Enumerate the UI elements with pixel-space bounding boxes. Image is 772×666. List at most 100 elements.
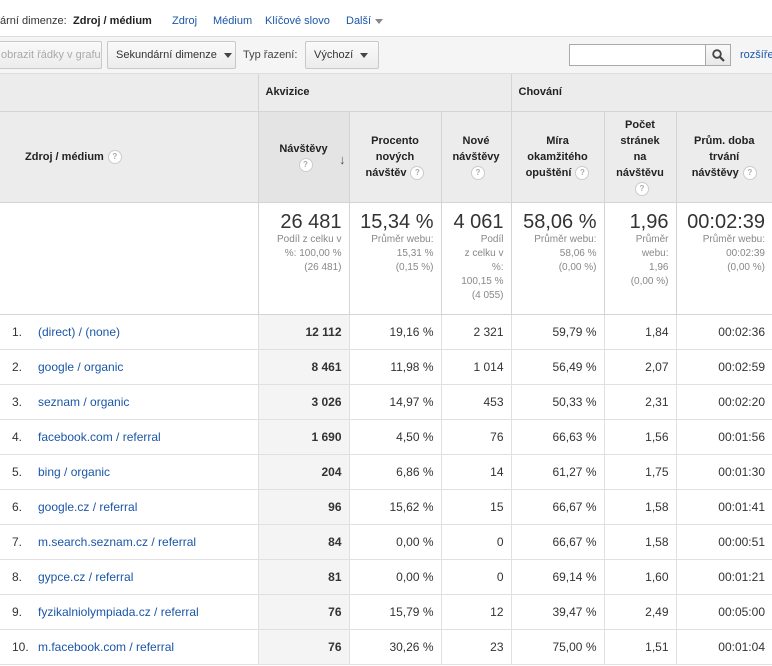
total-note: Průměr webu: xyxy=(371,233,434,245)
column-header-pages-line1: Počet xyxy=(625,118,655,131)
dimension-option-source[interactable]: Zdroj xyxy=(172,15,197,27)
cell-new-pct: 15,62 % xyxy=(348,489,441,525)
column-group-header-row: Akvizice Chování xyxy=(0,74,772,112)
plot-rows-button[interactable]: obrazit řádky v grafu xyxy=(0,41,102,69)
chevron-down-icon xyxy=(360,52,369,58)
cell-duration: 00:02:20 xyxy=(675,384,772,420)
source-medium-link[interactable]: google / organic xyxy=(38,360,123,374)
column-header-bounce-line2: okamžitého xyxy=(527,150,588,163)
column-header-pages-per-visit[interactable]: Počet stránek na návštěvu ? xyxy=(603,111,676,202)
dimension-current: Zdroj / médium xyxy=(73,15,152,27)
secondary-dimension-dropdown[interactable]: Sekundární dimenze xyxy=(107,41,236,69)
column-header-new-pct-line2: nových xyxy=(375,150,415,163)
source-medium-link[interactable]: fyzikalniolympiada.cz / referral xyxy=(38,605,199,619)
column-header-pages-line2: stránek xyxy=(620,134,660,147)
total-note: 15,31 % xyxy=(396,247,434,259)
cell-pages: 1,58 xyxy=(603,524,676,560)
help-icon[interactable]: ? xyxy=(298,157,313,172)
cell-new-visits: 2 321 xyxy=(440,314,511,350)
cell-new-visits: 12 xyxy=(440,594,511,630)
cell-source: 1. (direct) / (none) xyxy=(0,314,258,350)
cell-visits: 81 xyxy=(257,559,349,595)
cell-source: 8. gypce.cz / referral xyxy=(0,559,258,595)
row-number: 7. xyxy=(12,534,23,549)
sort-type-dropdown[interactable]: Výchozí xyxy=(305,41,379,69)
cell-source: 10. m.facebook.com / referral xyxy=(0,629,258,665)
search-button[interactable] xyxy=(705,44,731,66)
cell-source: 6. google.cz / referral xyxy=(0,489,258,525)
column-header-new-pct-line3: návštěv xyxy=(365,166,407,179)
source-medium-link[interactable]: bing / organic xyxy=(38,465,110,479)
table-search-input[interactable] xyxy=(569,44,706,66)
cell-visits: 1 690 xyxy=(257,419,349,455)
cell-source: 4. facebook.com / referral xyxy=(0,419,258,455)
total-value: 1,96 xyxy=(629,210,669,233)
source-medium-link[interactable]: m.search.seznam.cz / referral xyxy=(38,535,196,549)
cell-pages: 2,49 xyxy=(603,594,676,630)
table-row: 6. google.cz / referral 96 15,62 % 15 66,67 %… xyxy=(0,489,772,525)
cell-pages: 1,60 xyxy=(603,559,676,595)
source-medium-link[interactable]: google.cz / referral xyxy=(38,500,137,514)
help-icon[interactable]: ? xyxy=(575,165,590,180)
help-icon[interactable]: ? xyxy=(635,181,649,196)
totals-pages: 1,96 Průměr webu: 1,96 (0,00 %) xyxy=(603,201,676,315)
secondary-dimension-label: Sekundární dimenze xyxy=(116,49,217,61)
cell-source: 3. seznam / organic xyxy=(0,384,258,420)
cell-pages: 1,51 xyxy=(603,629,676,665)
sort-descending-icon: ↓ xyxy=(339,151,346,167)
total-note: Průměr xyxy=(635,233,669,245)
group-header-behavior: Chování xyxy=(510,74,772,112)
dimension-option-keyword[interactable]: Klíčové slovo xyxy=(265,15,330,27)
totals-row: 26 481 Podíl z celku v %: 100,00 % (26 4… xyxy=(0,201,772,315)
cell-new-pct: 19,16 % xyxy=(348,314,441,350)
source-medium-link[interactable]: seznam / organic xyxy=(38,395,129,409)
cell-source: 7. m.search.seznam.cz / referral xyxy=(0,524,258,560)
dimension-option-medium[interactable]: Médium xyxy=(213,15,252,27)
column-header-pages-line3: na xyxy=(633,150,647,163)
table-row: 4. facebook.com / referral 1 690 4,50 % 76 66… xyxy=(0,419,772,455)
totals-visits: 26 481 Podíl z celku v %: 100,00 % (26 4… xyxy=(257,201,349,315)
source-medium-link[interactable]: gypce.cz / referral xyxy=(38,570,133,584)
cell-pages: 1,56 xyxy=(603,419,676,455)
column-header-new-visits-percent[interactable]: Procento nových návštěv? xyxy=(348,111,441,202)
cell-new-pct: 30,26 % xyxy=(348,629,441,665)
column-header-visits[interactable]: Návštěvy ? ↓ xyxy=(257,111,349,202)
cell-visits: 96 xyxy=(257,489,349,525)
column-header-avg-duration[interactable]: Prům. doba trvání návštěvy? xyxy=(675,111,772,202)
cell-bounce: 61,27 % xyxy=(510,454,604,490)
cell-new-pct: 11,98 % xyxy=(348,349,441,385)
help-icon[interactable]: ? xyxy=(742,165,757,180)
cell-duration: 00:01:41 xyxy=(675,489,772,525)
row-number: 3. xyxy=(12,394,23,409)
help-icon[interactable]: ? xyxy=(107,149,122,164)
chevron-down-icon xyxy=(375,18,384,24)
column-header-bounce-rate[interactable]: Míra okamžitého opuštění? xyxy=(510,111,604,202)
source-medium-link[interactable]: (direct) / (none) xyxy=(38,325,120,339)
cell-bounce: 59,79 % xyxy=(510,314,604,350)
cell-new-visits: 0 xyxy=(440,559,511,595)
cell-duration: 00:01:21 xyxy=(675,559,772,595)
cell-new-visits: 76 xyxy=(440,419,511,455)
total-note: 58,06 % xyxy=(559,247,597,259)
source-medium-link[interactable]: m.facebook.com / referral xyxy=(38,640,174,654)
cell-bounce: 39,47 % xyxy=(510,594,604,630)
total-note: Průměr webu: xyxy=(702,233,765,245)
total-note: (4 055) xyxy=(471,289,504,301)
help-icon[interactable]: ? xyxy=(410,165,425,180)
source-medium-link[interactable]: facebook.com / referral xyxy=(38,430,161,444)
advanced-filter-link[interactable]: rozšíře xyxy=(740,49,772,61)
table-row: 2. google / organic 8 461 11,98 % 1 014 56,49… xyxy=(0,349,772,385)
cell-bounce: 66,67 % xyxy=(510,524,604,560)
dimension-option-more-label: Další xyxy=(346,15,372,27)
primary-dimension-bar: ární dimenze: Zdroj / médium Zdroj Médiu… xyxy=(0,0,772,40)
column-header-new-visits[interactable]: Nové návštěvy ? xyxy=(440,111,511,202)
sort-type-value: Výchozí xyxy=(314,49,354,61)
sort-type-label: Typ řazení: xyxy=(243,49,298,61)
dimension-option-more[interactable]: Další xyxy=(346,15,384,27)
total-note: Podíl z celku v xyxy=(277,233,342,245)
total-note: 00:02:39 xyxy=(726,247,765,259)
help-icon[interactable]: ? xyxy=(471,165,485,180)
total-note: Průměr webu: xyxy=(534,233,597,245)
cell-bounce: 75,00 % xyxy=(510,629,604,665)
cell-new-pct: 0,00 % xyxy=(348,559,441,595)
